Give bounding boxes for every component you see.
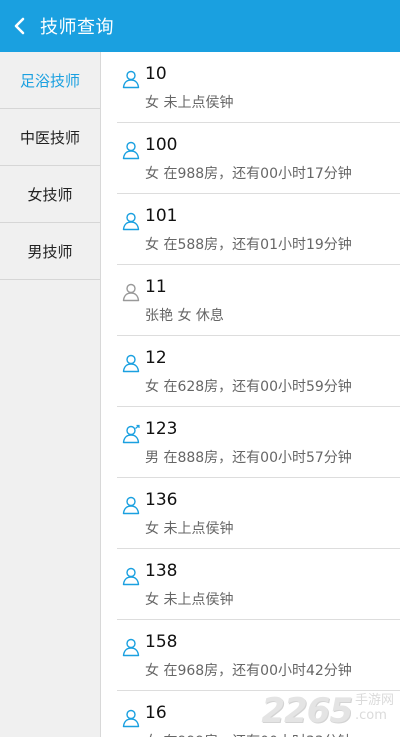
technician-row[interactable]: 100 女 在988房，还有00小时17分钟 [117, 123, 400, 194]
technician-id: 136 [145, 490, 178, 510]
technician-status: 女 在968房，还有00小时42分钟 [145, 663, 352, 679]
technician-status: 女 在999房，还有00小时33分钟 [145, 731, 352, 737]
app-header: 技师查询 [0, 0, 400, 52]
technician-status: 女 在588房，还有01小时19分钟 [145, 237, 352, 253]
female-user-icon [122, 141, 140, 160]
technician-row[interactable]: 11 张艳 女 休息 [117, 265, 400, 336]
technician-id: 16 [145, 703, 167, 723]
technician-row[interactable]: 101 女 在588房，还有01小时19分钟 [117, 194, 400, 265]
female-user-icon [122, 70, 140, 89]
sidebar-item-male[interactable]: 男技师 [0, 223, 100, 280]
watermark-main: 2265 [261, 691, 353, 731]
female-user-icon [122, 354, 140, 373]
technician-row[interactable]: 136 女 未上点侯钟 [117, 478, 400, 549]
technician-status: 张艳 女 休息 [145, 308, 224, 324]
technician-id: 12 [145, 348, 167, 368]
female-user-icon [122, 496, 140, 515]
technician-status: 男 在888房，还有00小时57分钟 [145, 450, 352, 466]
technician-row[interactable]: 12 女 在628房，还有00小时59分钟 [117, 336, 400, 407]
technician-status: 女 未上点侯钟 [145, 592, 234, 608]
male-user-icon [122, 424, 140, 444]
technician-id: 138 [145, 561, 178, 581]
category-sidebar: 足浴技师 中医技师 女技师 男技师 [0, 52, 101, 737]
user-icon [122, 283, 140, 302]
technician-id: 101 [145, 206, 178, 226]
female-user-icon [122, 567, 140, 586]
technician-id: 11 [145, 277, 167, 297]
technician-id: 123 [145, 419, 178, 439]
page-title: 技师查询 [40, 17, 114, 38]
technician-status: 女 在628房，还有00小时59分钟 [145, 379, 352, 395]
technician-status: 女 未上点侯钟 [145, 521, 234, 537]
technician-row[interactable]: 10 女 未上点侯钟 [117, 52, 400, 123]
technician-status: 女 在988房，还有00小时17分钟 [145, 166, 352, 182]
sidebar-item-tcm[interactable]: 中医技师 [0, 109, 100, 166]
technician-id: 158 [145, 632, 178, 652]
sidebar-item-foot-bath[interactable]: 足浴技师 [0, 52, 100, 109]
technician-id: 100 [145, 135, 178, 155]
technician-status: 女 未上点侯钟 [145, 95, 234, 111]
technician-row[interactable]: 158 女 在968房，还有00小时42分钟 [117, 620, 400, 691]
chevron-left-icon [14, 17, 25, 35]
watermark-logo: 2265 手游网 .com [261, 689, 394, 731]
female-user-icon [122, 212, 140, 231]
female-user-icon [122, 638, 140, 657]
technician-row[interactable]: 123 男 在888房，还有00小时57分钟 [117, 407, 400, 478]
technician-id: 10 [145, 64, 167, 84]
technician-row[interactable]: 138 女 未上点侯钟 [117, 549, 400, 620]
back-button[interactable] [0, 0, 40, 52]
watermark-suffix: 手游网 .com [354, 693, 394, 723]
female-user-icon [122, 709, 140, 728]
sidebar-item-female[interactable]: 女技师 [0, 166, 100, 223]
technician-list: 10 女 未上点侯钟 100 女 在988房，还有00小时17分钟 101 女 在588房… [117, 52, 400, 737]
